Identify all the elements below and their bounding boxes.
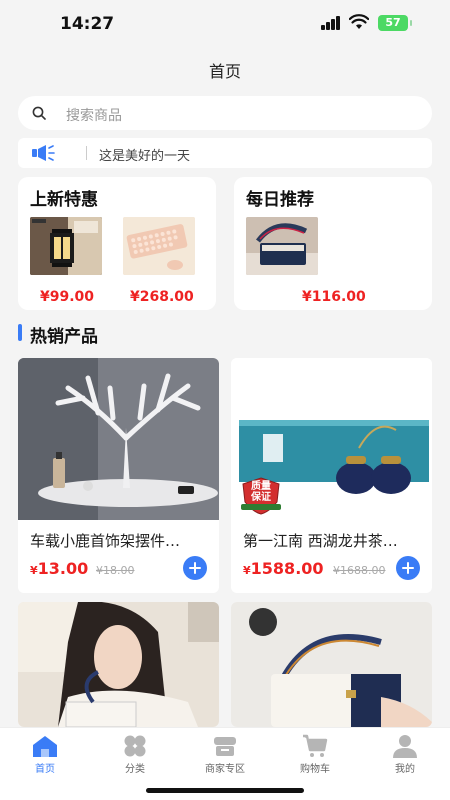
- tab-label: 首页: [35, 764, 55, 775]
- category-icon: [124, 735, 146, 757]
- longjing-tea-gift-box-image[interactable]: 质量 保证: [231, 358, 432, 520]
- tab-category[interactable]: 分类: [90, 734, 180, 775]
- promo-price: ¥99.00: [40, 289, 95, 305]
- quality-badge: 质量 保证: [239, 476, 283, 516]
- wifi-icon: [349, 14, 369, 29]
- handbag-image[interactable]: [246, 217, 318, 275]
- wall-lamp-image[interactable]: [30, 217, 102, 275]
- tab-home[interactable]: 首页: [0, 734, 90, 775]
- shop-icon: [214, 737, 236, 756]
- tab-label: 购物车: [300, 764, 330, 775]
- product-card[interactable]: [231, 602, 432, 727]
- add-to-cart-button[interactable]: [183, 556, 207, 580]
- tab-label: 商家专区: [205, 764, 245, 775]
- notice-bar[interactable]: 这是美好的一天: [18, 138, 432, 168]
- product-card[interactable]: [18, 602, 219, 727]
- cellular-signal-icon: [321, 16, 341, 30]
- search-icon: [32, 106, 46, 120]
- product-price: ¥1588.00: [243, 559, 324, 578]
- product-old-price: ¥1688.00: [333, 564, 386, 577]
- tab-label: 分类: [125, 764, 145, 775]
- page-title: 首页: [208, 62, 241, 81]
- promo-card-new[interactable]: 上新特惠 ¥99.00 ¥268.00: [18, 177, 216, 310]
- promo-card-daily[interactable]: 每日推荐 ¥116.00: [234, 177, 432, 310]
- home-indicator: [146, 788, 304, 793]
- notice-text: 这是美好的一天: [99, 149, 191, 164]
- product-price: ¥13.00: [30, 559, 89, 578]
- promo-card-title: 每日推荐: [246, 190, 314, 210]
- speaker-icon: [32, 145, 55, 161]
- status-time: 14:27: [60, 14, 115, 34]
- section-accent-bar: [18, 324, 22, 341]
- tab-merchant-zone[interactable]: 商家专区: [180, 734, 270, 775]
- search-placeholder: 搜索商品: [66, 108, 122, 124]
- status-bar: 14:27 57: [0, 0, 450, 48]
- tab-mine[interactable]: 我的: [360, 734, 450, 775]
- promo-price: ¥116.00: [302, 289, 366, 305]
- tab-label: 我的: [395, 764, 415, 775]
- section-title: 热销产品: [30, 327, 98, 347]
- tab-cart[interactable]: 购物车: [270, 734, 360, 775]
- deer-jewelry-stand-image[interactable]: [18, 358, 219, 520]
- cart-icon: [303, 734, 328, 757]
- home-icon: [33, 736, 57, 757]
- user-icon: [393, 735, 417, 758]
- white-handbag-image[interactable]: [231, 602, 432, 727]
- product-old-price: ¥18.00: [96, 564, 135, 577]
- product-name: 车载小鹿首饰架摆件…: [30, 532, 181, 550]
- product-name: 第一江南 西湖龙井茶…: [243, 532, 398, 550]
- promo-card-title: 上新特惠: [30, 190, 98, 210]
- product-card[interactable]: 质量 保证 第一江南 西湖龙井茶… ¥1588.00 ¥1688.00: [231, 358, 432, 593]
- add-to-cart-button[interactable]: [396, 556, 420, 580]
- promo-price: ¥268.00: [130, 289, 194, 305]
- pink-keyboard-image[interactable]: [123, 217, 195, 275]
- search-input[interactable]: 搜索商品: [18, 96, 432, 130]
- product-card[interactable]: 车载小鹿首饰架摆件… ¥13.00 ¥18.00: [18, 358, 219, 593]
- notice-divider: [86, 146, 87, 160]
- woman-with-handbag-image[interactable]: [18, 602, 219, 727]
- battery-icon: 57: [378, 15, 412, 31]
